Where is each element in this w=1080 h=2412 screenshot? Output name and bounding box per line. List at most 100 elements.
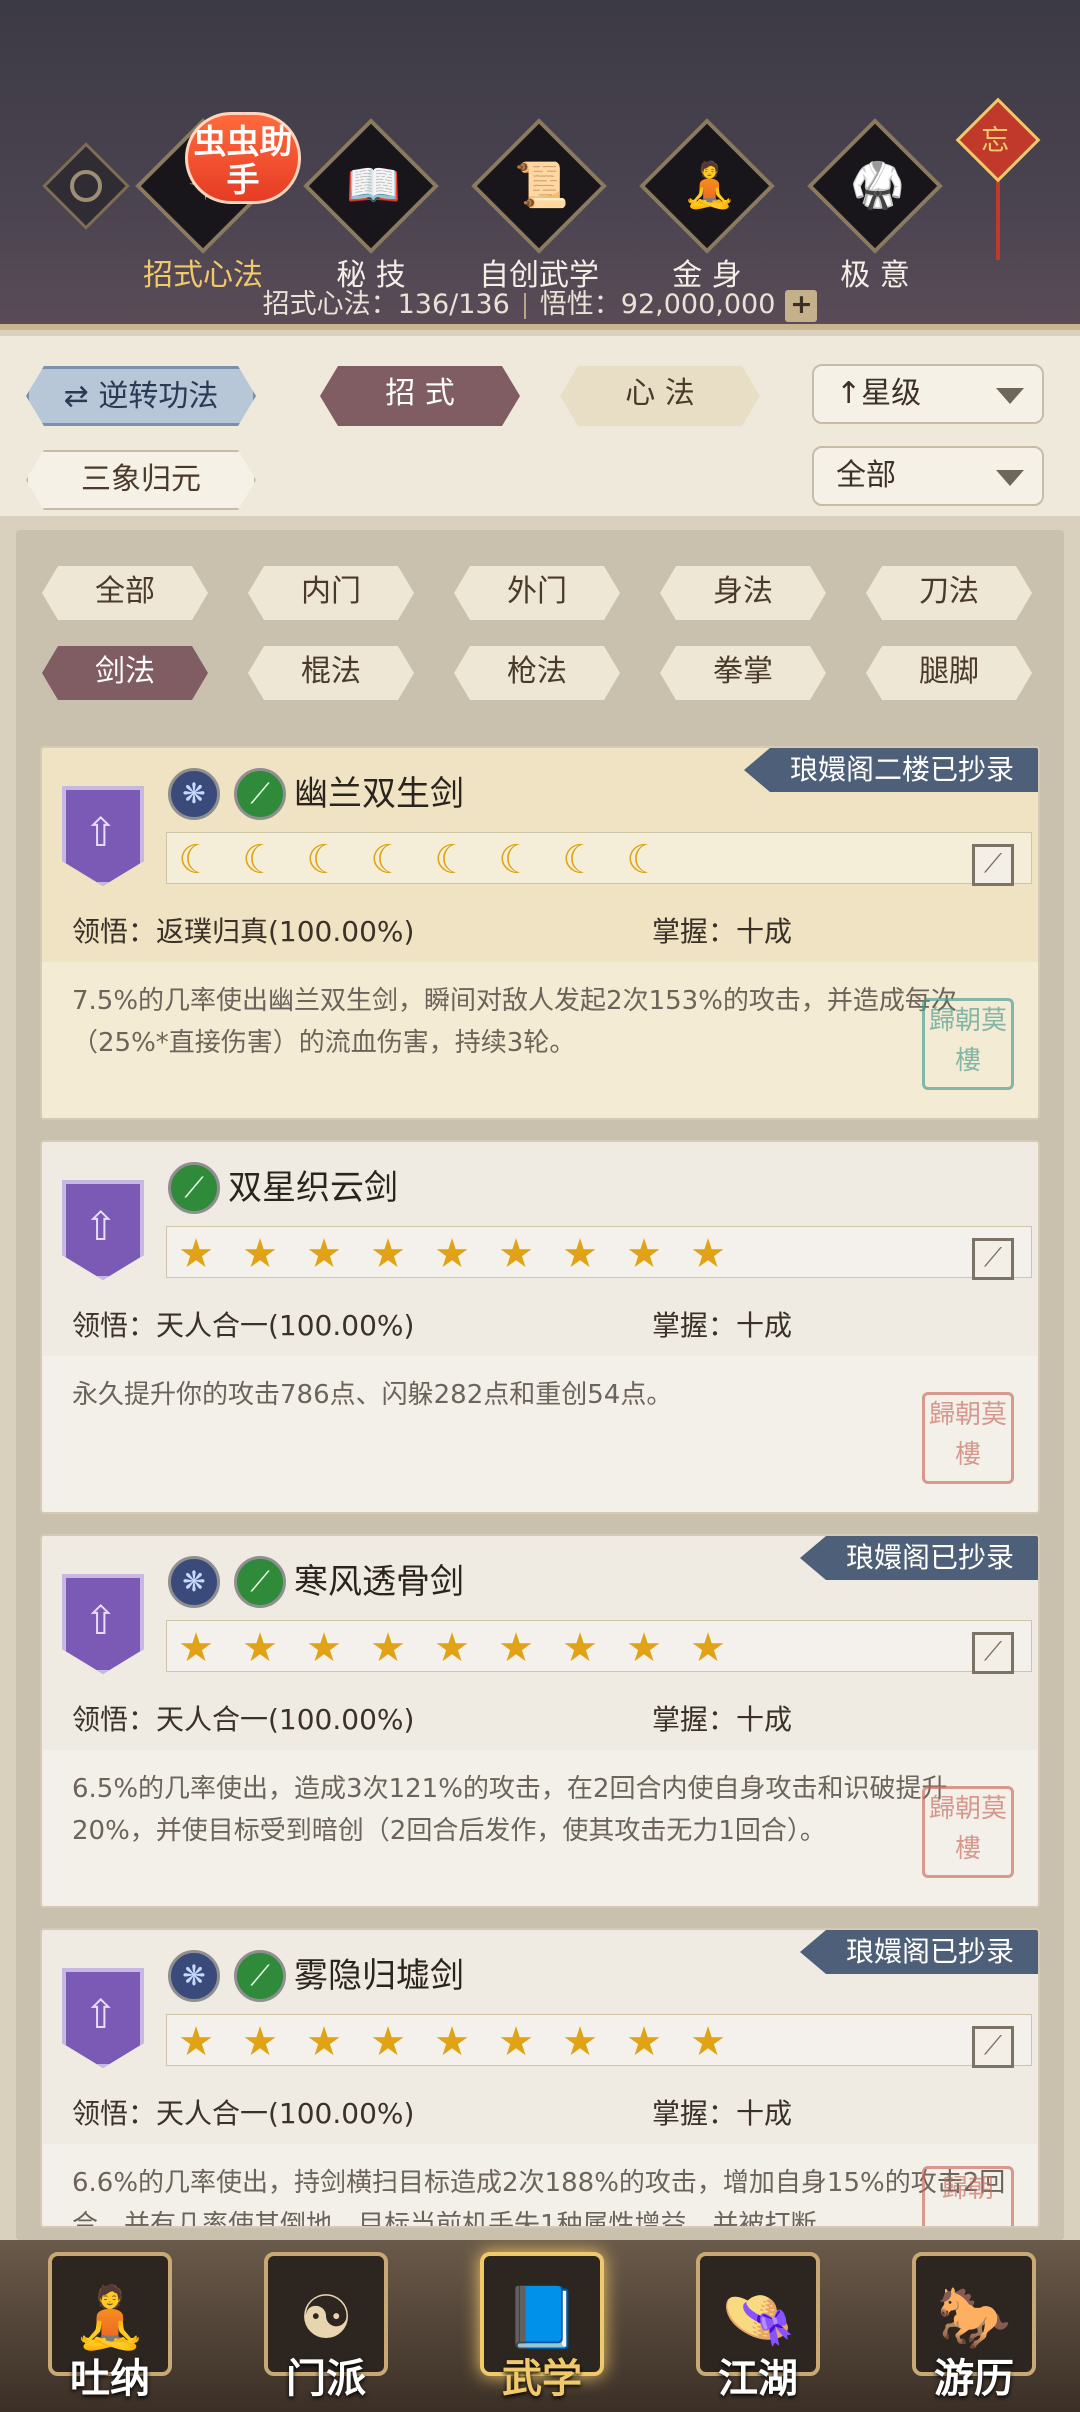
tab-mind-method[interactable]: 心 法 <box>560 366 760 426</box>
star-icon: ★ <box>690 1231 726 1277</box>
seal-stamp: 歸朝 <box>922 2166 1014 2226</box>
toggle-icon[interactable]: ⟋ <box>972 1632 1014 1674</box>
moon-icon: ☾ <box>434 837 470 883</box>
chinese-knot-icon[interactable]: 忘 <box>955 97 1041 183</box>
mastery: 掌握：十成 <box>652 1309 793 1342</box>
comprehension: 领悟：天人合一(100.00%) <box>72 1309 415 1342</box>
category-secret[interactable]: 📖 秘 技 <box>296 118 446 294</box>
moves-count: 招式心法：136/136 <box>262 289 510 320</box>
skill-name: 雾隐归墟剑 <box>294 1956 464 1996</box>
sword-icon: ⟋ <box>234 768 286 820</box>
eye-icon[interactable] <box>42 142 130 230</box>
filter-dropdown[interactable]: 全部 <box>812 446 1044 506</box>
mastery: 掌握：十成 <box>652 915 793 948</box>
filter-chip[interactable]: 全部 <box>42 566 208 620</box>
seal-stamp: 歸朝莫樓 <box>922 1786 1014 1878</box>
star-icon: ★ <box>306 2019 342 2065</box>
moon-icon: ☾ <box>242 837 278 883</box>
star-icon: ★ <box>690 1625 726 1671</box>
rank-bar: ★ ★ ★ ★ ★ ★ ★ ★ ★ <box>166 1226 1032 1278</box>
filter-chip[interactable]: 腿脚 <box>866 646 1032 700</box>
skill-card[interactable]: 琅嬛阁已抄录 ⇧ ❋ ⟋ 寒风透骨剑 ★ ★ ★ ★ ★ ★ ★ ★ ★ ⟋ 领悟：天人合一(100.00%)… <box>40 1534 1040 1908</box>
star-icon: ★ <box>370 2019 406 2065</box>
moon-icon: ☾ <box>306 837 342 883</box>
moon-icon: ☾ <box>498 837 534 883</box>
nav-breathing[interactable]: 🧘 吐纳 <box>20 2240 200 2412</box>
recorded-ribbon: 琅嬛阁二楼已抄录 <box>743 748 1038 792</box>
star-icon: ★ <box>562 2019 598 2065</box>
recorded-ribbon: 琅嬛阁已抄录 <box>799 1536 1038 1580</box>
rank-up-icon[interactable]: ⇧ <box>62 786 144 886</box>
rank-bar: ☾ ☾ ☾ ☾ ☾ ☾ ☾ ☾ <box>166 832 1032 884</box>
filter-chip[interactable]: 拳掌 <box>660 646 826 700</box>
skill-description: 6.5%的几率使出，造成3次121%的攻击，在2回合内使自身攻击和识破提升20%… <box>42 1750 1038 1906</box>
nav-martial-arts[interactable]: 📘 武学 <box>452 2240 632 2412</box>
rank-up-icon[interactable]: ⇧ <box>62 1968 144 2068</box>
skill-card[interactable]: 琅嬛阁已抄录 ⇧ ❋ ⟋ 雾隐归墟剑 ★ ★ ★ ★ ★ ★ ★ ★ ★ ⟋ 领悟：天人合一(100.00%)… <box>40 1928 1040 2228</box>
mastery: 掌握：十成 <box>652 2097 793 2130</box>
recorded-ribbon: 琅嬛阁已抄录 <box>799 1930 1038 1974</box>
star-icon: ★ <box>498 2019 534 2065</box>
reverse-button[interactable]: ⇄ 逆转功法 <box>26 366 256 426</box>
category-golden-body[interactable]: 🧘 金 身 <box>632 118 782 294</box>
skill-name: 幽兰双生剑 <box>294 774 464 814</box>
chevron-down-icon <box>996 470 1024 486</box>
toggle-icon[interactable]: ⟋ <box>972 1238 1014 1280</box>
star-icon: ★ <box>178 1231 214 1277</box>
skill-description: 永久提升你的攻击786点、闪躲282点和重创54点。 <box>42 1356 1038 1512</box>
helper-badge[interactable]: 虫虫助手 <box>185 112 301 204</box>
moon-icon: ☾ <box>626 837 662 883</box>
filter-chip[interactable]: 刀法 <box>866 566 1032 620</box>
header: ✦ 招式心法 📖 秘 技 📜 自创武学 🧘 金 身 🥋 极 意 虫虫助手 忘 招… <box>0 0 1080 330</box>
comprehension: 领悟：天人合一(100.00%) <box>72 1703 415 1736</box>
rank-up-icon[interactable]: ⇧ <box>62 1574 144 1674</box>
category-ultimate[interactable]: 🥋 极 意 <box>800 118 950 294</box>
toggle-icon[interactable]: ⟋ <box>972 2026 1014 2068</box>
star-icon: ★ <box>498 1231 534 1277</box>
tab-moves[interactable]: 招 式 <box>320 366 520 426</box>
skill-card[interactable]: ⇧ ⟋ 双星织云剑 ★ ★ ★ ★ ★ ★ ★ ★ ★ ⟋ 领悟：天人合一(100.00%) 掌握：十成 永久… <box>40 1140 1040 1514</box>
star-icon: ★ <box>434 1625 470 1671</box>
swap-icon: ⇄ <box>63 379 89 414</box>
star-icon: ★ <box>306 1625 342 1671</box>
star-icon: ★ <box>178 2019 214 2065</box>
filter-chip[interactable]: 枪法 <box>454 646 620 700</box>
add-insight-button[interactable]: + <box>785 289 818 322</box>
skill-description: 6.6%的几率使出，持剑横扫目标造成2次188%的攻击，增加自身15%的攻击2回… <box>42 2144 1038 2226</box>
comprehension: 领悟：天人合一(100.00%) <box>72 2097 415 2130</box>
star-icon: ★ <box>242 1231 278 1277</box>
star-icon: ★ <box>498 1625 534 1671</box>
seal-stamp: 歸朝莫樓 <box>922 1392 1014 1484</box>
category-self-created[interactable]: 📜 自创武学 <box>464 118 614 294</box>
star-icon: ★ <box>690 2019 726 2065</box>
sort-dropdown[interactable]: ↑星级 <box>812 364 1044 424</box>
stats-line: 招式心法：136/136 悟性：92,000,000 + <box>0 282 1080 322</box>
book-icon: 📖 <box>303 118 439 254</box>
divider <box>523 292 526 319</box>
nav-travel[interactable]: 🐎 游历 <box>884 2240 1064 2412</box>
rank-bar: ★ ★ ★ ★ ★ ★ ★ ★ ★ <box>166 1620 1032 1672</box>
bottom-nav: 🧘 吐纳 ☯ 门派 📘 武学 👒 江湖 🐎 游历 <box>0 2240 1080 2412</box>
mastery: 掌握：十成 <box>652 1703 793 1736</box>
filter-chip[interactable]: 棍法 <box>248 646 414 700</box>
nav-jianghu[interactable]: 👒 江湖 <box>668 2240 848 2412</box>
star-icon: ★ <box>242 2019 278 2065</box>
star-icon: ★ <box>178 1625 214 1671</box>
flower-icon: ❋ <box>168 1950 220 2002</box>
filter-chip[interactable]: 内门 <box>248 566 414 620</box>
star-icon: ★ <box>370 1625 406 1671</box>
scroll-icon: 📜 <box>471 118 607 254</box>
sanxiang-button[interactable]: 三象归元 <box>26 450 256 510</box>
sword-icon: ⟋ <box>234 1556 286 1608</box>
skill-card[interactable]: 琅嬛阁二楼已抄录 ⇧ ❋ ⟋ 幽兰双生剑 ☾ ☾ ☾ ☾ ☾ ☾ ☾ ☾ ⟋ 领悟：返璞归真(100.00%… <box>40 746 1040 1120</box>
arrow-up-icon: ↑ <box>836 376 862 411</box>
filter-chip[interactable]: 外门 <box>454 566 620 620</box>
skill-name: 双星织云剑 <box>228 1168 398 1208</box>
filter-chip[interactable]: 身法 <box>660 566 826 620</box>
nav-sect[interactable]: ☯ 门派 <box>236 2240 416 2412</box>
rank-up-icon[interactable]: ⇧ <box>62 1180 144 1280</box>
seal-stamp: 歸朝莫樓 <box>922 998 1014 1090</box>
toggle-icon[interactable]: ⟋ <box>972 844 1014 886</box>
fighter-icon: 🥋 <box>807 118 943 254</box>
filter-chip[interactable]: 剑法 <box>42 646 208 700</box>
